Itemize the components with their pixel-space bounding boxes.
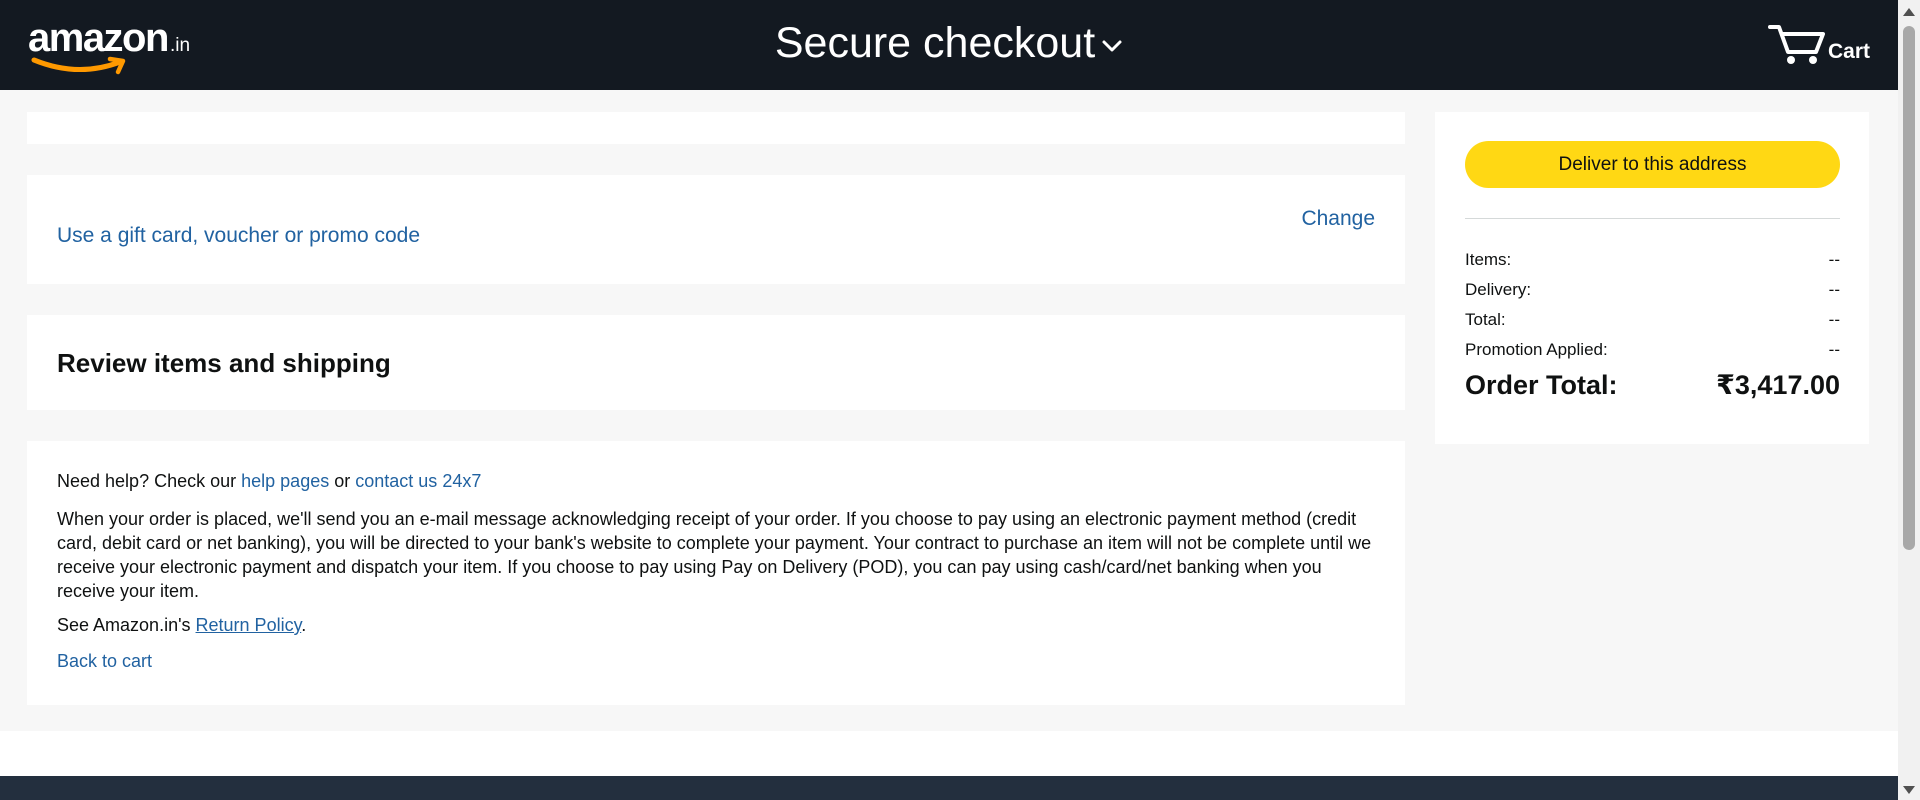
summary-value: -- [1828,310,1840,329]
back-to-cart-link[interactable]: Back to cart [57,651,152,672]
help-prefix: Need help? Check our [57,471,237,491]
summary-row-delivery: Delivery: -- [1465,280,1840,300]
order-total-label: Order Total: [1465,370,1618,400]
review-items-heading: Review items and shipping [57,348,391,378]
top-header: amazon .in Secure checkout Cart [0,0,1898,90]
scroll-up-icon[interactable] [1903,8,1915,16]
content-bottom-strip [0,731,1898,776]
order-info-paragraph: When your order is placed, we'll send yo… [57,509,1372,601]
cart-icon [1767,25,1825,64]
cart-label: Cart [1827,40,1870,63]
order-total-row: Order Total: ₹3,417.00 [1465,370,1840,401]
gift-card-promo-link[interactable]: Use a gift card, voucher or promo code [57,224,420,248]
summary-row-promotion: Promotion Applied: -- [1465,340,1840,360]
address-section-panel [27,112,1405,144]
scroll-down-icon[interactable] [1903,786,1915,794]
help-or: or [334,471,351,491]
order-total-value: ₹3,417.00 [1716,370,1840,400]
footer-bar [0,776,1898,800]
gift-card-panel: Use a gift card, voucher or promo code C… [27,175,1405,284]
help-line: Need help? Check our help pages or conta… [57,471,481,492]
summary-label: Total: [1465,310,1506,329]
summary-label: Promotion Applied: [1465,340,1608,359]
return-suffix: . [301,615,307,635]
secure-checkout-title[interactable]: Secure checkout [0,18,1898,68]
chevron-down-icon [1102,40,1122,52]
page-title-text: Secure checkout [774,19,1096,67]
return-prefix: See Amazon.in's [57,615,191,635]
summary-label: Items: [1465,250,1512,269]
summary-value: -- [1828,280,1840,299]
help-panel: Need help? Check our help pages or conta… [27,441,1405,705]
return-policy-line: See Amazon.in's Return Policy. [57,615,306,636]
cart-button[interactable]: Cart [1767,22,1870,66]
summary-divider [1465,218,1840,219]
summary-label: Delivery: [1465,280,1532,299]
deliver-to-address-button[interactable]: Deliver to this address [1465,141,1840,188]
return-policy-link[interactable]: Return Policy [196,615,302,635]
summary-value: -- [1828,340,1840,359]
change-link[interactable]: Change [1301,207,1375,231]
summary-row-items: Items: -- [1465,250,1840,270]
summary-value: -- [1828,250,1840,269]
order-summary-panel: Deliver to this address Items: -- Delive… [1435,112,1869,444]
summary-row-total: Total: -- [1465,310,1840,330]
contact-us-link[interactable]: contact us 24x7 [355,471,481,491]
vertical-scrollbar[interactable] [1898,0,1920,800]
scrollbar-thumb[interactable] [1903,26,1915,550]
help-pages-link[interactable]: help pages [241,471,329,491]
review-items-panel: Review items and shipping [27,315,1405,410]
